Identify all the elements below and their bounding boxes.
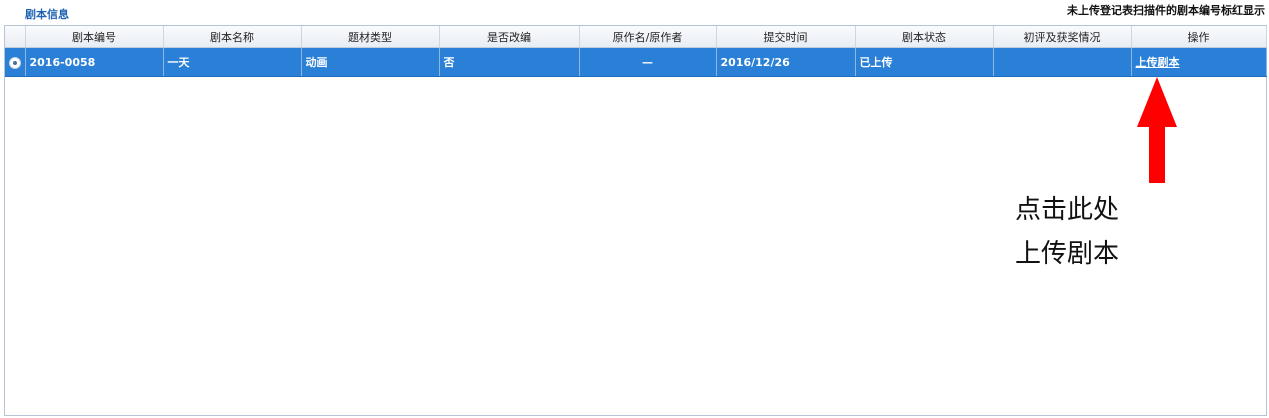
table-header-row: 剧本编号 剧本名称 题材类型 是否改编 原作名/原作者 提交时间 剧本状态 初评… (5, 26, 1267, 48)
callout-line-2: 上传剧本 (1015, 239, 1120, 269)
script-info-page: 剧本信息 未上传登记表扫描件的剧本编号标红显示 剧本编号 剧本名称 题材类型 是… (0, 0, 1269, 418)
select-column-header (5, 26, 26, 48)
panel-title: 剧本信息 (25, 8, 69, 21)
cell-original: — (579, 47, 717, 77)
cell-script-no: 2016-0058 (25, 47, 164, 77)
row-radio-button[interactable] (8, 56, 21, 69)
column-header[interactable]: 提交时间 (716, 26, 856, 48)
table-row[interactable]: 2016-0058 一天 动画 否 — 2016/12/26 已上传 上传剧本 (5, 47, 1267, 77)
upload-callout: 点击此处 上传剧本 (1015, 188, 1119, 276)
red-up-arrow-icon (1137, 77, 1177, 183)
column-header[interactable]: 剧本名称 (163, 26, 302, 48)
cell-script-name: 一天 (163, 47, 302, 77)
panel-header: 剧本信息 未上传登记表扫描件的剧本编号标红显示 (0, 0, 1269, 24)
cell-action: 上传剧本 (1131, 47, 1267, 77)
callout-line-1: 点击此处 (1015, 195, 1120, 225)
column-header[interactable]: 原作名/原作者 (579, 26, 717, 48)
cell-adapted: 否 (439, 47, 580, 77)
column-header[interactable]: 操作 (1131, 26, 1267, 48)
column-header[interactable]: 初评及获奖情况 (993, 26, 1132, 48)
row-select-cell[interactable] (5, 47, 26, 77)
cell-status: 已上传 (855, 47, 994, 77)
upload-script-link[interactable]: 上传剧本 (1136, 56, 1180, 69)
cell-submit-time: 2016/12/26 (716, 47, 856, 77)
column-header[interactable]: 题材类型 (301, 26, 440, 48)
column-header[interactable]: 剧本编号 (25, 26, 164, 48)
cell-genre: 动画 (301, 47, 440, 77)
cell-evaluation (993, 47, 1132, 77)
column-header[interactable]: 是否改编 (439, 26, 580, 48)
script-table: 剧本编号 剧本名称 题材类型 是否改编 原作名/原作者 提交时间 剧本状态 初评… (5, 26, 1267, 77)
red-number-note: 未上传登记表扫描件的剧本编号标红显示 (1067, 4, 1265, 17)
column-header[interactable]: 剧本状态 (855, 26, 994, 48)
